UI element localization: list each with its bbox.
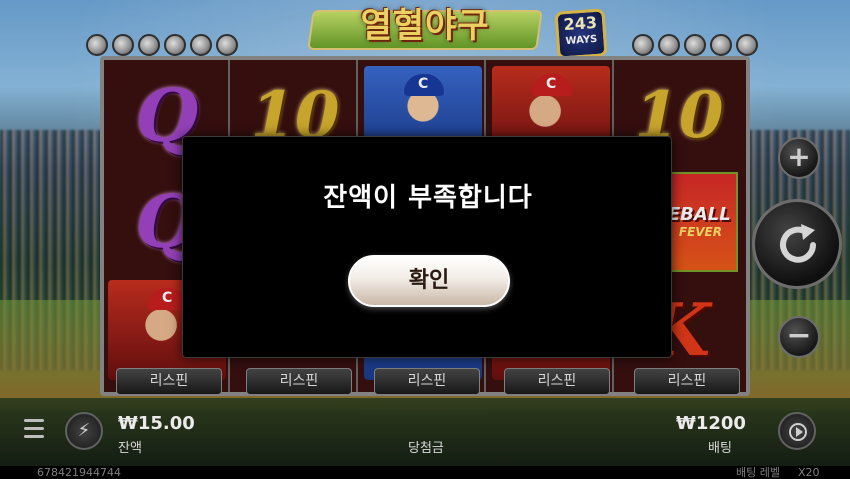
game-stage: 열혈야구 243 WAYS Q Q C 10 10 10 C: [0, 0, 850, 479]
dialog-message: 잔액이 부족합니다: [323, 183, 533, 213]
confirm-button[interactable]: 확인: [348, 255, 510, 307]
insufficient-balance-dialog: 잔액이 부족합니다 확인: [182, 136, 672, 358]
